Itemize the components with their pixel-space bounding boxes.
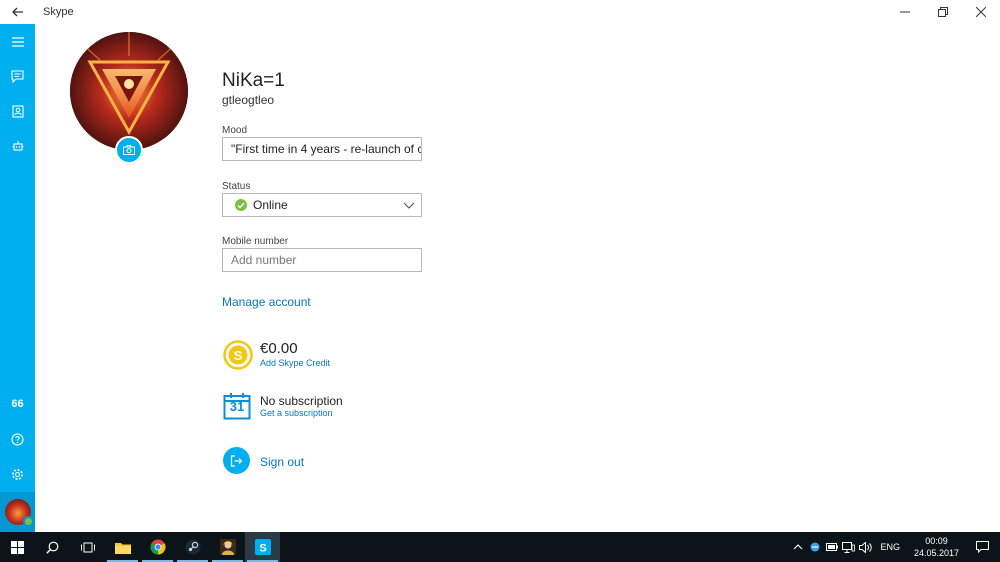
arrow-left-icon — [11, 7, 23, 17]
credit-balance: €0.00 — [260, 340, 298, 357]
chats-button[interactable] — [0, 61, 35, 91]
bots-button[interactable] — [0, 131, 35, 161]
network-icon — [842, 541, 856, 553]
sign-out-link[interactable]: Sign out — [260, 455, 304, 469]
status-dropdown[interactable]: Online — [222, 193, 422, 217]
help-button[interactable] — [0, 424, 35, 454]
windows-logo-icon — [11, 540, 24, 554]
online-check-icon — [235, 199, 247, 211]
battery-icon — [825, 543, 838, 551]
battery-button[interactable] — [823, 532, 840, 562]
mood-field[interactable] — [222, 137, 422, 161]
speaker-icon — [859, 541, 873, 553]
manage-account-link[interactable]: Manage account — [222, 295, 311, 309]
close-icon — [976, 7, 986, 17]
close-button[interactable] — [962, 0, 1000, 24]
left-rail: 66 — [0, 24, 35, 532]
game-character-icon — [219, 539, 236, 555]
calendar-day: 31 — [229, 399, 245, 414]
window-title: Skype — [43, 6, 74, 18]
change-picture-button[interactable] — [115, 136, 143, 164]
profile-picture — [70, 32, 188, 150]
mobile-field[interactable] — [222, 248, 422, 272]
contacts-icon — [11, 104, 24, 118]
skype-username: gtleogtleo — [222, 93, 275, 107]
sign-out-button[interactable] — [223, 447, 250, 474]
input-language[interactable]: ENG — [880, 542, 900, 552]
gear-icon — [12, 468, 23, 480]
tray-app-icon — [810, 542, 820, 552]
get-subscription-link[interactable]: Get a subscription — [260, 408, 333, 418]
skype-icon: S — [254, 539, 271, 555]
display-name: NiKa=1 — [222, 70, 285, 91]
steam-icon — [185, 539, 200, 555]
show-hidden-icons-button[interactable] — [789, 532, 806, 562]
search-button[interactable] — [35, 532, 70, 562]
notification-badge[interactable]: 66 — [0, 389, 35, 419]
search-icon — [46, 541, 59, 554]
status-value: Online — [253, 198, 288, 212]
taskbar-skype[interactable]: S — [245, 532, 280, 562]
system-tray: ENG 00:09 24.05.2017 — [789, 532, 1000, 562]
taskbar-file-explorer[interactable] — [105, 532, 140, 562]
sign-out-icon — [230, 454, 243, 467]
mobile-label: Mobile number — [222, 236, 289, 247]
start-button[interactable] — [0, 532, 35, 562]
add-credit-link[interactable]: Add Skype Credit — [260, 358, 330, 368]
taskbar-steam[interactable] — [175, 532, 210, 562]
clock-date: 24.05.2017 — [913, 548, 959, 558]
contacts-button[interactable] — [0, 96, 35, 126]
svg-text:S: S — [234, 348, 243, 363]
window-controls — [886, 0, 1000, 24]
action-center-button[interactable] — [965, 532, 1000, 562]
tray-app-button[interactable] — [806, 532, 823, 562]
chevron-down-icon — [403, 202, 415, 209]
subscription-status: No subscription — [260, 394, 343, 408]
taskbar-game-app[interactable] — [210, 532, 245, 562]
task-view-icon — [80, 542, 95, 552]
volume-button[interactable] — [857, 532, 874, 562]
settings-button[interactable] — [0, 459, 35, 489]
network-button[interactable] — [840, 532, 857, 562]
svg-text:S: S — [259, 543, 266, 555]
chrome-icon — [149, 539, 166, 555]
hamburger-icon — [11, 37, 24, 47]
help-icon — [11, 432, 24, 446]
title-bar: Skype — [0, 0, 1000, 24]
bot-icon — [12, 141, 23, 151]
clock-time: 00:09 — [925, 536, 948, 546]
status-label: Status — [222, 181, 251, 192]
windows-taskbar: S ENG 00:09 24.05.2017 — [0, 532, 1000, 562]
mood-label: Mood — [222, 125, 248, 136]
mobile-input[interactable] — [231, 253, 421, 267]
minimize-icon — [900, 11, 910, 13]
back-button[interactable] — [0, 0, 35, 24]
notification-icon — [976, 541, 989, 553]
taskbar-chrome[interactable] — [140, 532, 175, 562]
profile-picture-area — [70, 32, 188, 164]
chat-icon — [11, 69, 24, 83]
profile-button[interactable] — [0, 492, 35, 532]
menu-button[interactable] — [0, 27, 35, 57]
restore-icon — [938, 7, 948, 17]
mood-input[interactable] — [231, 142, 421, 156]
task-view-button[interactable] — [70, 532, 105, 562]
skype-credit-icon: S — [223, 340, 253, 370]
restore-button[interactable] — [924, 0, 962, 24]
system-clock[interactable]: 00:09 24.05.2017 — [914, 535, 959, 559]
chevron-up-icon — [793, 544, 803, 550]
camera-icon — [123, 145, 135, 155]
avatar — [4, 499, 34, 527]
folder-icon — [114, 542, 131, 554]
minimize-button[interactable] — [886, 0, 924, 24]
online-status-dot — [22, 516, 34, 527]
